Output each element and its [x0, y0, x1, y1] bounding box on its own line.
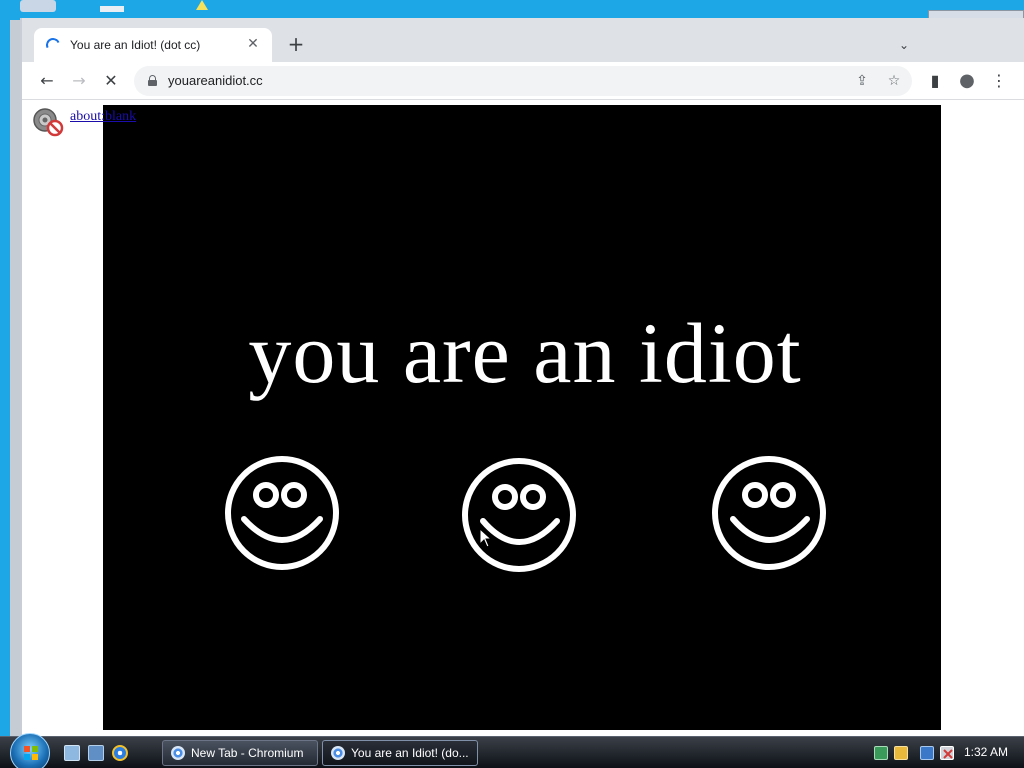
side-panel-button[interactable]: ▮: [922, 68, 948, 94]
about-blank-link[interactable]: about:blank: [70, 109, 136, 125]
desktop-icon: [20, 0, 56, 12]
sound-muted-icon[interactable]: [32, 107, 64, 137]
tab-search-button[interactable]: ⌄: [894, 35, 914, 55]
smiley-face-icon: [225, 456, 339, 570]
tab-active[interactable]: You are an Idiot! (dot cc) ✕: [34, 28, 272, 62]
new-tab-button[interactable]: +: [284, 33, 308, 57]
chromium-icon: [171, 746, 185, 760]
smiley-face-icon: [712, 456, 826, 570]
video-player[interactable]: you are an idiot: [103, 105, 941, 730]
lock-icon[interactable]: [148, 75, 157, 86]
taskbar-button-new-tab[interactable]: New Tab - Chromium: [162, 740, 318, 766]
window-frame-edge: [10, 20, 20, 736]
volume-muted-icon[interactable]: [940, 746, 954, 760]
slogan-text: you are an idiot: [248, 305, 802, 401]
clock[interactable]: 1:32 AM: [964, 745, 1008, 759]
desktop-icon: [196, 0, 208, 10]
tab-close-icon[interactable]: ✕: [244, 35, 262, 53]
smiley-face-icon: [462, 458, 576, 572]
browser-window: You are an Idiot! (dot cc) ✕ + ⌄ ← → ✕ y…: [20, 18, 1024, 736]
internet-explorer-icon[interactable]: [112, 745, 128, 761]
bookmark-star-icon[interactable]: ☆: [884, 71, 904, 91]
security-tray-icon[interactable]: [894, 746, 908, 760]
taskbar-button-idiot[interactable]: You are an Idiot! (do...: [322, 740, 478, 766]
tab-title: You are an Idiot! (dot cc): [70, 38, 201, 52]
taskbar-button-label: New Tab - Chromium: [191, 746, 304, 760]
profile-button[interactable]: ●: [954, 68, 980, 94]
taskbar: New Tab - Chromium You are an Idiot! (do…: [0, 733, 1024, 768]
share-icon[interactable]: ⇪: [852, 71, 872, 91]
show-desktop-icon[interactable]: [64, 745, 80, 761]
start-button[interactable]: [10, 733, 50, 768]
back-button[interactable]: ←: [34, 68, 60, 94]
switch-windows-icon[interactable]: [88, 745, 104, 761]
desktop-strip: [0, 44, 10, 736]
chromium-icon: [331, 746, 345, 760]
display-tray-icon[interactable]: [920, 746, 934, 760]
stop-button[interactable]: ✕: [98, 68, 124, 94]
url-text[interactable]: youareanidiot.cc: [168, 73, 263, 88]
network-tray-icon[interactable]: [874, 746, 888, 760]
windows-logo-icon: [24, 746, 38, 760]
browser-toolbar: ← → ✕ youareanidiot.cc ⇪ ☆ ▮ ● ⋮: [22, 62, 1024, 100]
page-content: about:blank you are an idiot: [22, 101, 1024, 736]
mouse-cursor-icon: [479, 528, 493, 548]
address-bar[interactable]: youareanidiot.cc ⇪ ☆: [134, 66, 912, 96]
desktop-icon: [100, 6, 124, 12]
taskbar-button-label: You are an Idiot! (do...: [351, 746, 469, 760]
tab-strip: You are an Idiot! (dot cc) ✕ + ⌄: [22, 18, 1024, 62]
loading-spinner-icon: [44, 36, 62, 54]
menu-button[interactable]: ⋮: [986, 68, 1012, 94]
forward-button[interactable]: →: [66, 68, 92, 94]
